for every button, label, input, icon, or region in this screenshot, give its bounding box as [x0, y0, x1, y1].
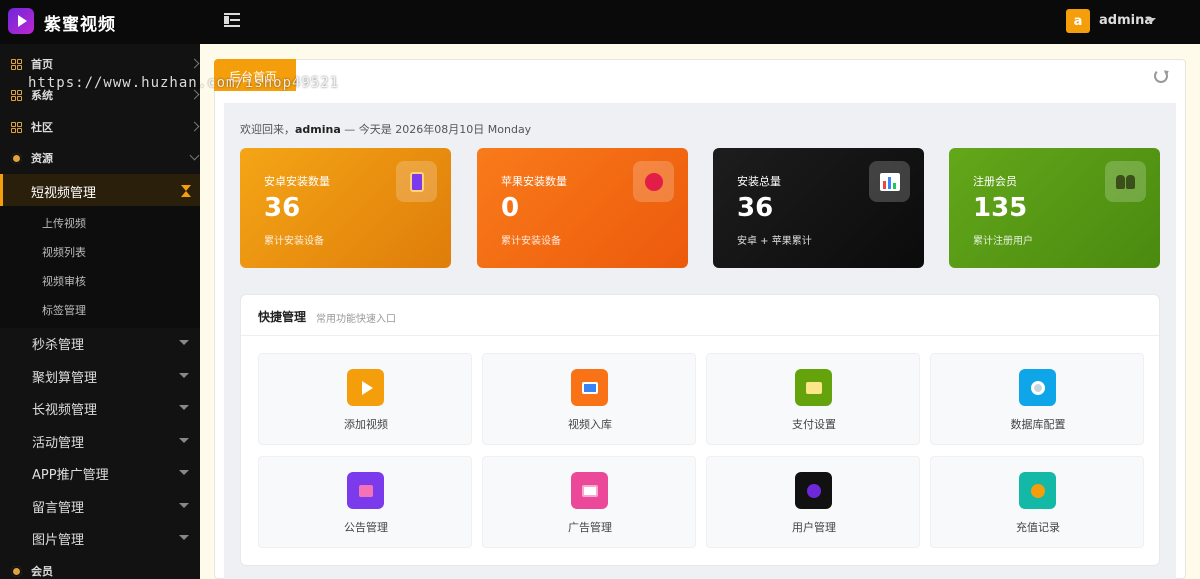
quick-actions-panel: 快捷管理 常用功能快速入口 添加视频 视频入库 支付设置 数据库配置 公告管理 … — [240, 294, 1160, 566]
grid-icon — [11, 121, 22, 133]
sidebar-item-short-video[interactable]: 短视频管理 — [0, 174, 200, 206]
quick-video-import[interactable]: 视频入库 — [482, 353, 696, 445]
money-bag-icon — [1019, 472, 1056, 509]
caret-down-icon — [179, 405, 189, 410]
stat-card-ios: 苹果安装数量 0 累计安装设备 — [477, 148, 688, 268]
bar-chart-icon — [869, 161, 910, 202]
collapse-menu-icon[interactable] — [224, 13, 240, 27]
grid-icon — [11, 89, 22, 101]
play-icon — [17, 15, 27, 27]
user-menu[interactable]: admina — [1099, 13, 1153, 28]
quick-ads[interactable]: 广告管理 — [482, 456, 696, 548]
sidebar-group-activity[interactable]: 活动管理 — [0, 424, 200, 456]
megaphone-icon — [347, 472, 384, 509]
chevron-right-icon — [189, 58, 200, 69]
quick-announcements[interactable]: 公告管理 — [258, 456, 472, 548]
app-title: 紫蜜视频 — [44, 15, 116, 35]
app-logo — [8, 8, 34, 34]
quick-actions-subtitle: 常用功能快速入口 — [316, 314, 396, 325]
caret-down-icon — [179, 373, 189, 378]
gear-icon — [11, 152, 22, 164]
chevron-down-icon — [189, 150, 200, 161]
sidebar-subitem-review[interactable]: 视频审核 — [42, 273, 86, 289]
watermark-text: https://www.huzhan.com/ishop49521 — [28, 75, 340, 91]
sidebar-subitem-upload[interactable]: 上传视频 — [42, 215, 86, 231]
quick-database-config[interactable]: 数据库配置 — [930, 353, 1144, 445]
quick-user-management[interactable]: 用户管理 — [706, 456, 920, 548]
sidebar-group-group-buy[interactable]: 聚划算管理 — [0, 359, 200, 391]
sidebar-group-app-promo[interactable]: APP推广管理 — [0, 456, 200, 488]
gear-icon — [11, 565, 22, 577]
sidebar-group-long-video[interactable]: 长视频管理 — [0, 391, 200, 423]
submenu — [0, 206, 200, 328]
gear-icon — [1019, 369, 1056, 406]
caret-down-icon — [179, 503, 189, 508]
quick-add-video[interactable]: 添加视频 — [258, 353, 472, 445]
stat-card-members: 注册会员 135 累计注册用户 — [949, 148, 1160, 268]
calculator-icon — [396, 161, 437, 202]
refresh-icon[interactable] — [1154, 69, 1168, 83]
caret-down-icon[interactable] — [1146, 18, 1156, 23]
caret-down-icon — [179, 470, 189, 475]
quick-actions-title: 快捷管理 — [258, 310, 307, 324]
sidebar-group-images[interactable]: 图片管理 — [0, 521, 200, 553]
stat-card-total: 安装总量 36 安卓 + 苹果累计 — [713, 148, 924, 268]
user-icon — [795, 472, 832, 509]
sidebar-item-members[interactable]: 会员 — [0, 556, 200, 579]
caret-down-icon — [179, 438, 189, 443]
grid-icon — [11, 58, 22, 70]
top-bar: 紫蜜视频 a admina — [0, 0, 1200, 44]
hourglass-icon — [181, 185, 191, 197]
credit-card-icon — [795, 369, 832, 406]
sidebar-group-flash-sale[interactable]: 秒杀管理 — [0, 326, 200, 358]
chevron-right-icon — [189, 89, 200, 100]
sidebar-item-resources[interactable]: 资源 — [0, 143, 200, 173]
caret-down-icon — [179, 340, 189, 345]
quick-recharge-records[interactable]: 充值记录 — [930, 456, 1144, 548]
inbox-icon — [571, 369, 608, 406]
users-icon — [1105, 161, 1146, 202]
sidebar-subitem-list[interactable]: 视频列表 — [42, 244, 86, 260]
newspaper-icon — [571, 472, 608, 509]
welcome-text: 欢迎回来，admina — 今天是 2026年08月10日 Monday — [240, 123, 532, 136]
quick-payment-settings[interactable]: 支付设置 — [706, 353, 920, 445]
play-icon — [347, 369, 384, 406]
sidebar-group-messages[interactable]: 留言管理 — [0, 489, 200, 521]
sidebar-item-community[interactable]: 社区 — [0, 112, 200, 142]
chevron-right-icon — [189, 121, 200, 132]
sidebar-subitem-tags[interactable]: 标签管理 — [42, 302, 86, 318]
stat-card-android: 安卓安装数量 36 累计安装设备 — [240, 148, 451, 268]
apple-icon — [633, 161, 674, 202]
caret-down-icon — [179, 535, 189, 540]
avatar[interactable]: a — [1066, 9, 1090, 33]
